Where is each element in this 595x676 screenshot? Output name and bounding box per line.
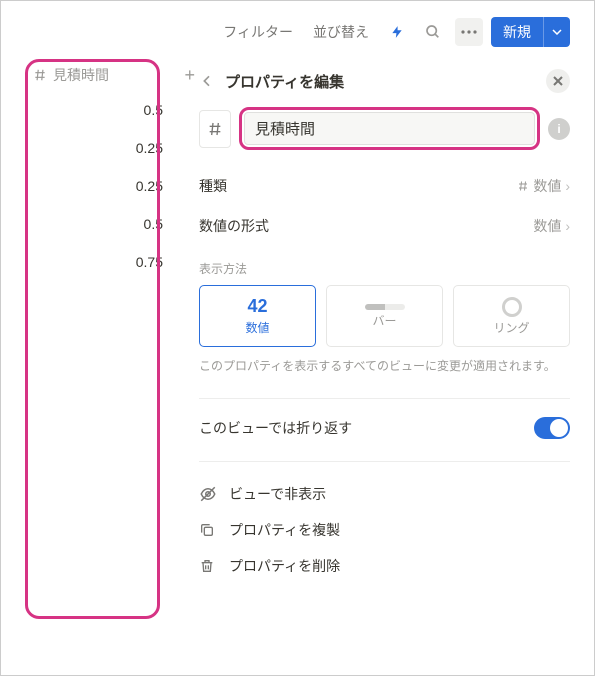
- setting-label: 種類: [199, 176, 227, 196]
- display-option-ring[interactable]: リング: [453, 285, 570, 347]
- duplicate-icon: [199, 522, 217, 538]
- eye-off-icon: [199, 485, 217, 503]
- sort-button[interactable]: 並び替え: [307, 18, 375, 46]
- new-button[interactable]: 新規: [491, 17, 570, 47]
- table-cell[interactable]: 0.5: [25, 91, 175, 129]
- info-icon[interactable]: i: [548, 118, 570, 140]
- highlight-annotation: [239, 107, 540, 150]
- display-note: このプロパティを表示するすべてのビューに変更が適用されます。: [199, 357, 570, 376]
- table-cell[interactable]: 0.75: [25, 243, 175, 281]
- ring-preview-icon: [502, 297, 522, 317]
- add-column-icon[interactable]: +: [184, 65, 195, 86]
- chevron-right-icon: ›: [565, 178, 570, 194]
- divider: [199, 461, 570, 462]
- more-icon[interactable]: [455, 18, 483, 46]
- table-cell[interactable]: 0.5: [25, 205, 175, 243]
- action-label: ビューで非表示: [229, 484, 326, 504]
- option-label: リング: [493, 319, 529, 336]
- property-type-icon[interactable]: [199, 110, 231, 148]
- wrap-toggle[interactable]: [534, 417, 570, 439]
- hash-icon: [517, 180, 529, 192]
- column-header-label: 見積時間: [53, 65, 109, 85]
- search-icon[interactable]: [419, 18, 447, 46]
- setting-value: 数値: [533, 216, 561, 236]
- chevron-right-icon: ›: [565, 218, 570, 234]
- action-label: プロパティを削除: [229, 556, 340, 576]
- action-label: プロパティを複製: [229, 520, 340, 540]
- hide-property-action[interactable]: ビューで非表示: [199, 476, 570, 512]
- hash-icon: [33, 68, 47, 82]
- display-section-label: 表示方法: [199, 260, 570, 277]
- display-option-number[interactable]: 42 数値: [199, 285, 316, 347]
- table-cell[interactable]: 0.25: [25, 129, 175, 167]
- new-button-dropdown[interactable]: [543, 17, 570, 47]
- lightning-icon[interactable]: [383, 18, 411, 46]
- delete-property-action[interactable]: プロパティを削除: [199, 548, 570, 584]
- property-type-row[interactable]: 種類 数値 ›: [199, 166, 570, 206]
- new-button-label: 新規: [491, 17, 543, 47]
- wrap-label: このビューでは折り返す: [199, 418, 352, 438]
- bar-preview-icon: [365, 304, 405, 310]
- column-estimate-time: 見積時間 + 0.5 0.25 0.25 0.5 0.75: [25, 59, 175, 675]
- display-option-bar[interactable]: バー: [326, 285, 443, 347]
- option-label: 数値: [245, 319, 269, 336]
- close-icon[interactable]: [546, 69, 570, 93]
- divider: [199, 398, 570, 399]
- trash-icon: [199, 558, 217, 574]
- panel-title: プロパティを編集: [225, 71, 536, 92]
- property-edit-panel: プロパティを編集 i 種類 数値 ›: [175, 59, 594, 675]
- number-format-row[interactable]: 数値の形式 数値 ›: [199, 206, 570, 246]
- table-cell[interactable]: 0.25: [25, 167, 175, 205]
- option-label: バー: [372, 312, 396, 329]
- filter-button[interactable]: フィルター: [217, 18, 299, 46]
- back-arrow-icon[interactable]: [199, 73, 215, 89]
- property-name-input[interactable]: [244, 112, 535, 145]
- setting-label: 数値の形式: [199, 216, 269, 236]
- duplicate-property-action[interactable]: プロパティを複製: [199, 512, 570, 548]
- setting-value: 数値: [533, 176, 561, 196]
- column-header[interactable]: 見積時間: [25, 59, 175, 91]
- toolbar: フィルター 並び替え 新規: [1, 1, 594, 59]
- number-preview: 42: [247, 296, 267, 317]
- wrap-toggle-row[interactable]: このビューでは折り返す: [199, 413, 570, 447]
